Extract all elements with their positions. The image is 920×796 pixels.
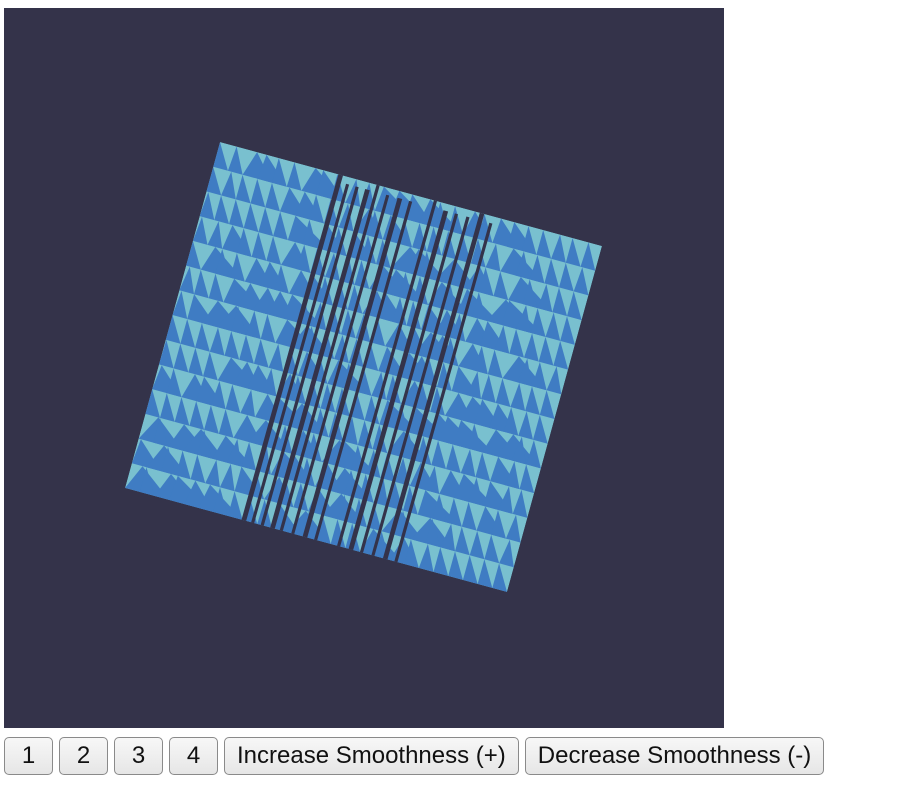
mesh-surface [125,142,602,592]
mode-2-button[interactable]: 2 [59,737,108,775]
mode-1-button[interactable]: 1 [4,737,53,775]
render-canvas[interactable] [4,8,724,728]
increase-smoothness-button[interactable]: Increase Smoothness (+) [224,737,519,775]
mode-3-button[interactable]: 3 [114,737,163,775]
mode-4-button[interactable]: 4 [169,737,218,775]
decrease-smoothness-button[interactable]: Decrease Smoothness (-) [524,737,825,775]
controls-bar: 1 2 3 4 Increase Smoothness (+) Decrease… [4,737,825,775]
mesh-viewport [125,142,602,592]
